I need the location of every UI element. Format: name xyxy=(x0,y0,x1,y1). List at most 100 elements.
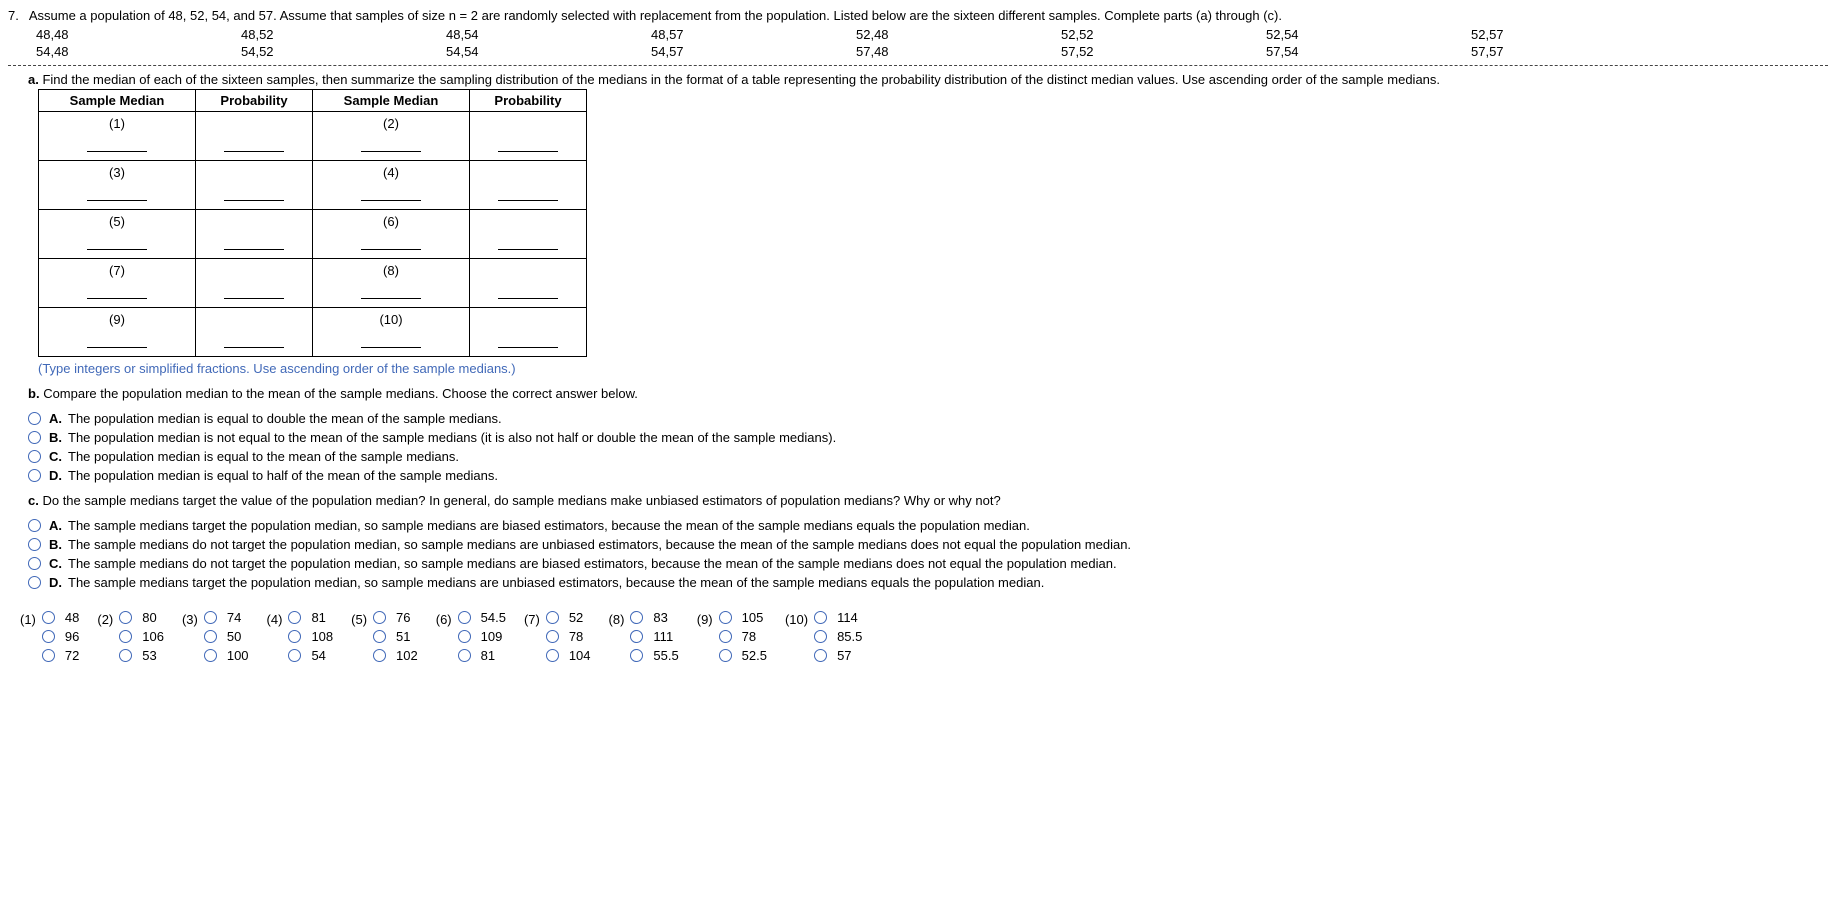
input-blank[interactable] xyxy=(361,347,421,348)
radio-icon[interactable] xyxy=(630,649,643,662)
radio-icon[interactable] xyxy=(28,576,41,589)
option-b-b[interactable]: B.The population median is not equal to … xyxy=(28,430,1828,445)
answer-option[interactable]: 50 xyxy=(204,629,249,644)
input-blank[interactable] xyxy=(498,298,558,299)
answer-option[interactable]: 48 xyxy=(42,610,79,625)
answer-option[interactable]: 52.5 xyxy=(719,648,767,663)
answer-option[interactable]: 102 xyxy=(373,648,418,663)
input-blank[interactable] xyxy=(498,347,558,348)
option-c-b[interactable]: B.The sample medians do not target the p… xyxy=(28,537,1828,552)
radio-icon[interactable] xyxy=(814,649,827,662)
radio-icon[interactable] xyxy=(204,649,217,662)
answer-option[interactable]: 78 xyxy=(546,629,591,644)
input-blank[interactable] xyxy=(87,249,147,250)
answer-option[interactable]: 114 xyxy=(814,610,862,625)
option-c-c[interactable]: C.The sample medians do not target the p… xyxy=(28,556,1828,571)
answer-option[interactable]: 57 xyxy=(814,648,862,663)
input-blank[interactable] xyxy=(361,298,421,299)
radio-icon[interactable] xyxy=(288,649,301,662)
radio-icon[interactable] xyxy=(28,538,41,551)
answer-option[interactable]: 85.5 xyxy=(814,629,862,644)
radio-icon[interactable] xyxy=(546,611,559,624)
radio-icon[interactable] xyxy=(119,611,132,624)
answer-option[interactable]: 83 xyxy=(630,610,678,625)
option-b-a[interactable]: A.The population median is equal to doub… xyxy=(28,411,1828,426)
radio-icon[interactable] xyxy=(814,630,827,643)
radio-icon[interactable] xyxy=(28,450,41,463)
option-c-d[interactable]: D.The sample medians target the populati… xyxy=(28,575,1828,590)
radio-icon[interactable] xyxy=(28,469,41,482)
answer-option[interactable]: 74 xyxy=(204,610,249,625)
answer-option[interactable]: 51 xyxy=(373,629,418,644)
radio-icon[interactable] xyxy=(719,611,732,624)
answer-group-1: (1) 48 96 72 xyxy=(20,610,79,667)
input-blank[interactable] xyxy=(224,347,284,348)
sample-item: 57,52 xyxy=(1061,44,1266,59)
input-blank[interactable] xyxy=(87,298,147,299)
radio-icon[interactable] xyxy=(28,412,41,425)
answer-option[interactable]: 108 xyxy=(288,629,333,644)
radio-icon[interactable] xyxy=(28,431,41,444)
radio-icon[interactable] xyxy=(719,649,732,662)
input-blank[interactable] xyxy=(224,151,284,152)
answer-option[interactable]: 80 xyxy=(119,610,164,625)
radio-icon[interactable] xyxy=(546,630,559,643)
answer-option[interactable]: 109 xyxy=(458,629,506,644)
answer-option[interactable]: 104 xyxy=(546,648,591,663)
radio-icon[interactable] xyxy=(458,649,471,662)
input-blank[interactable] xyxy=(224,200,284,201)
radio-icon[interactable] xyxy=(204,611,217,624)
input-blank[interactable] xyxy=(361,200,421,201)
radio-icon[interactable] xyxy=(814,611,827,624)
radio-icon[interactable] xyxy=(373,649,386,662)
option-b-c[interactable]: C.The population median is equal to the … xyxy=(28,449,1828,464)
radio-icon[interactable] xyxy=(546,649,559,662)
answer-option[interactable]: 81 xyxy=(288,610,333,625)
option-b-d[interactable]: D.The population median is equal to half… xyxy=(28,468,1828,483)
radio-icon[interactable] xyxy=(42,649,55,662)
radio-icon[interactable] xyxy=(119,630,132,643)
radio-icon[interactable] xyxy=(42,611,55,624)
radio-icon[interactable] xyxy=(288,630,301,643)
answer-option[interactable]: 106 xyxy=(119,629,164,644)
radio-icon[interactable] xyxy=(373,630,386,643)
radio-icon[interactable] xyxy=(119,649,132,662)
radio-icon[interactable] xyxy=(28,519,41,532)
answer-option[interactable]: 54.5 xyxy=(458,610,506,625)
answer-option[interactable]: 72 xyxy=(42,648,79,663)
answer-option[interactable]: 78 xyxy=(719,629,767,644)
input-blank[interactable] xyxy=(498,151,558,152)
radio-icon[interactable] xyxy=(719,630,732,643)
option-c-a[interactable]: A.The sample medians target the populati… xyxy=(28,518,1828,533)
radio-icon[interactable] xyxy=(630,630,643,643)
input-blank[interactable] xyxy=(224,298,284,299)
radio-icon[interactable] xyxy=(42,630,55,643)
input-blank[interactable] xyxy=(87,347,147,348)
cell-label: (2) xyxy=(313,112,469,131)
answer-option[interactable]: 55.5 xyxy=(630,648,678,663)
answer-option[interactable]: 81 xyxy=(458,648,506,663)
input-blank[interactable] xyxy=(361,249,421,250)
answer-option[interactable]: 53 xyxy=(119,648,164,663)
input-blank[interactable] xyxy=(87,200,147,201)
radio-icon[interactable] xyxy=(458,611,471,624)
input-blank[interactable] xyxy=(224,249,284,250)
input-blank[interactable] xyxy=(498,200,558,201)
radio-icon[interactable] xyxy=(458,630,471,643)
answer-option[interactable]: 76 xyxy=(373,610,418,625)
input-blank[interactable] xyxy=(361,151,421,152)
answer-option[interactable]: 111 xyxy=(630,629,678,644)
radio-icon[interactable] xyxy=(288,611,301,624)
answer-option[interactable]: 100 xyxy=(204,648,249,663)
answer-option[interactable]: 52 xyxy=(546,610,591,625)
answer-num: (1) xyxy=(20,610,36,667)
radio-icon[interactable] xyxy=(204,630,217,643)
answer-option[interactable]: 54 xyxy=(288,648,333,663)
input-blank[interactable] xyxy=(498,249,558,250)
input-blank[interactable] xyxy=(87,151,147,152)
radio-icon[interactable] xyxy=(630,611,643,624)
answer-option[interactable]: 96 xyxy=(42,629,79,644)
radio-icon[interactable] xyxy=(28,557,41,570)
radio-icon[interactable] xyxy=(373,611,386,624)
answer-option[interactable]: 105 xyxy=(719,610,767,625)
